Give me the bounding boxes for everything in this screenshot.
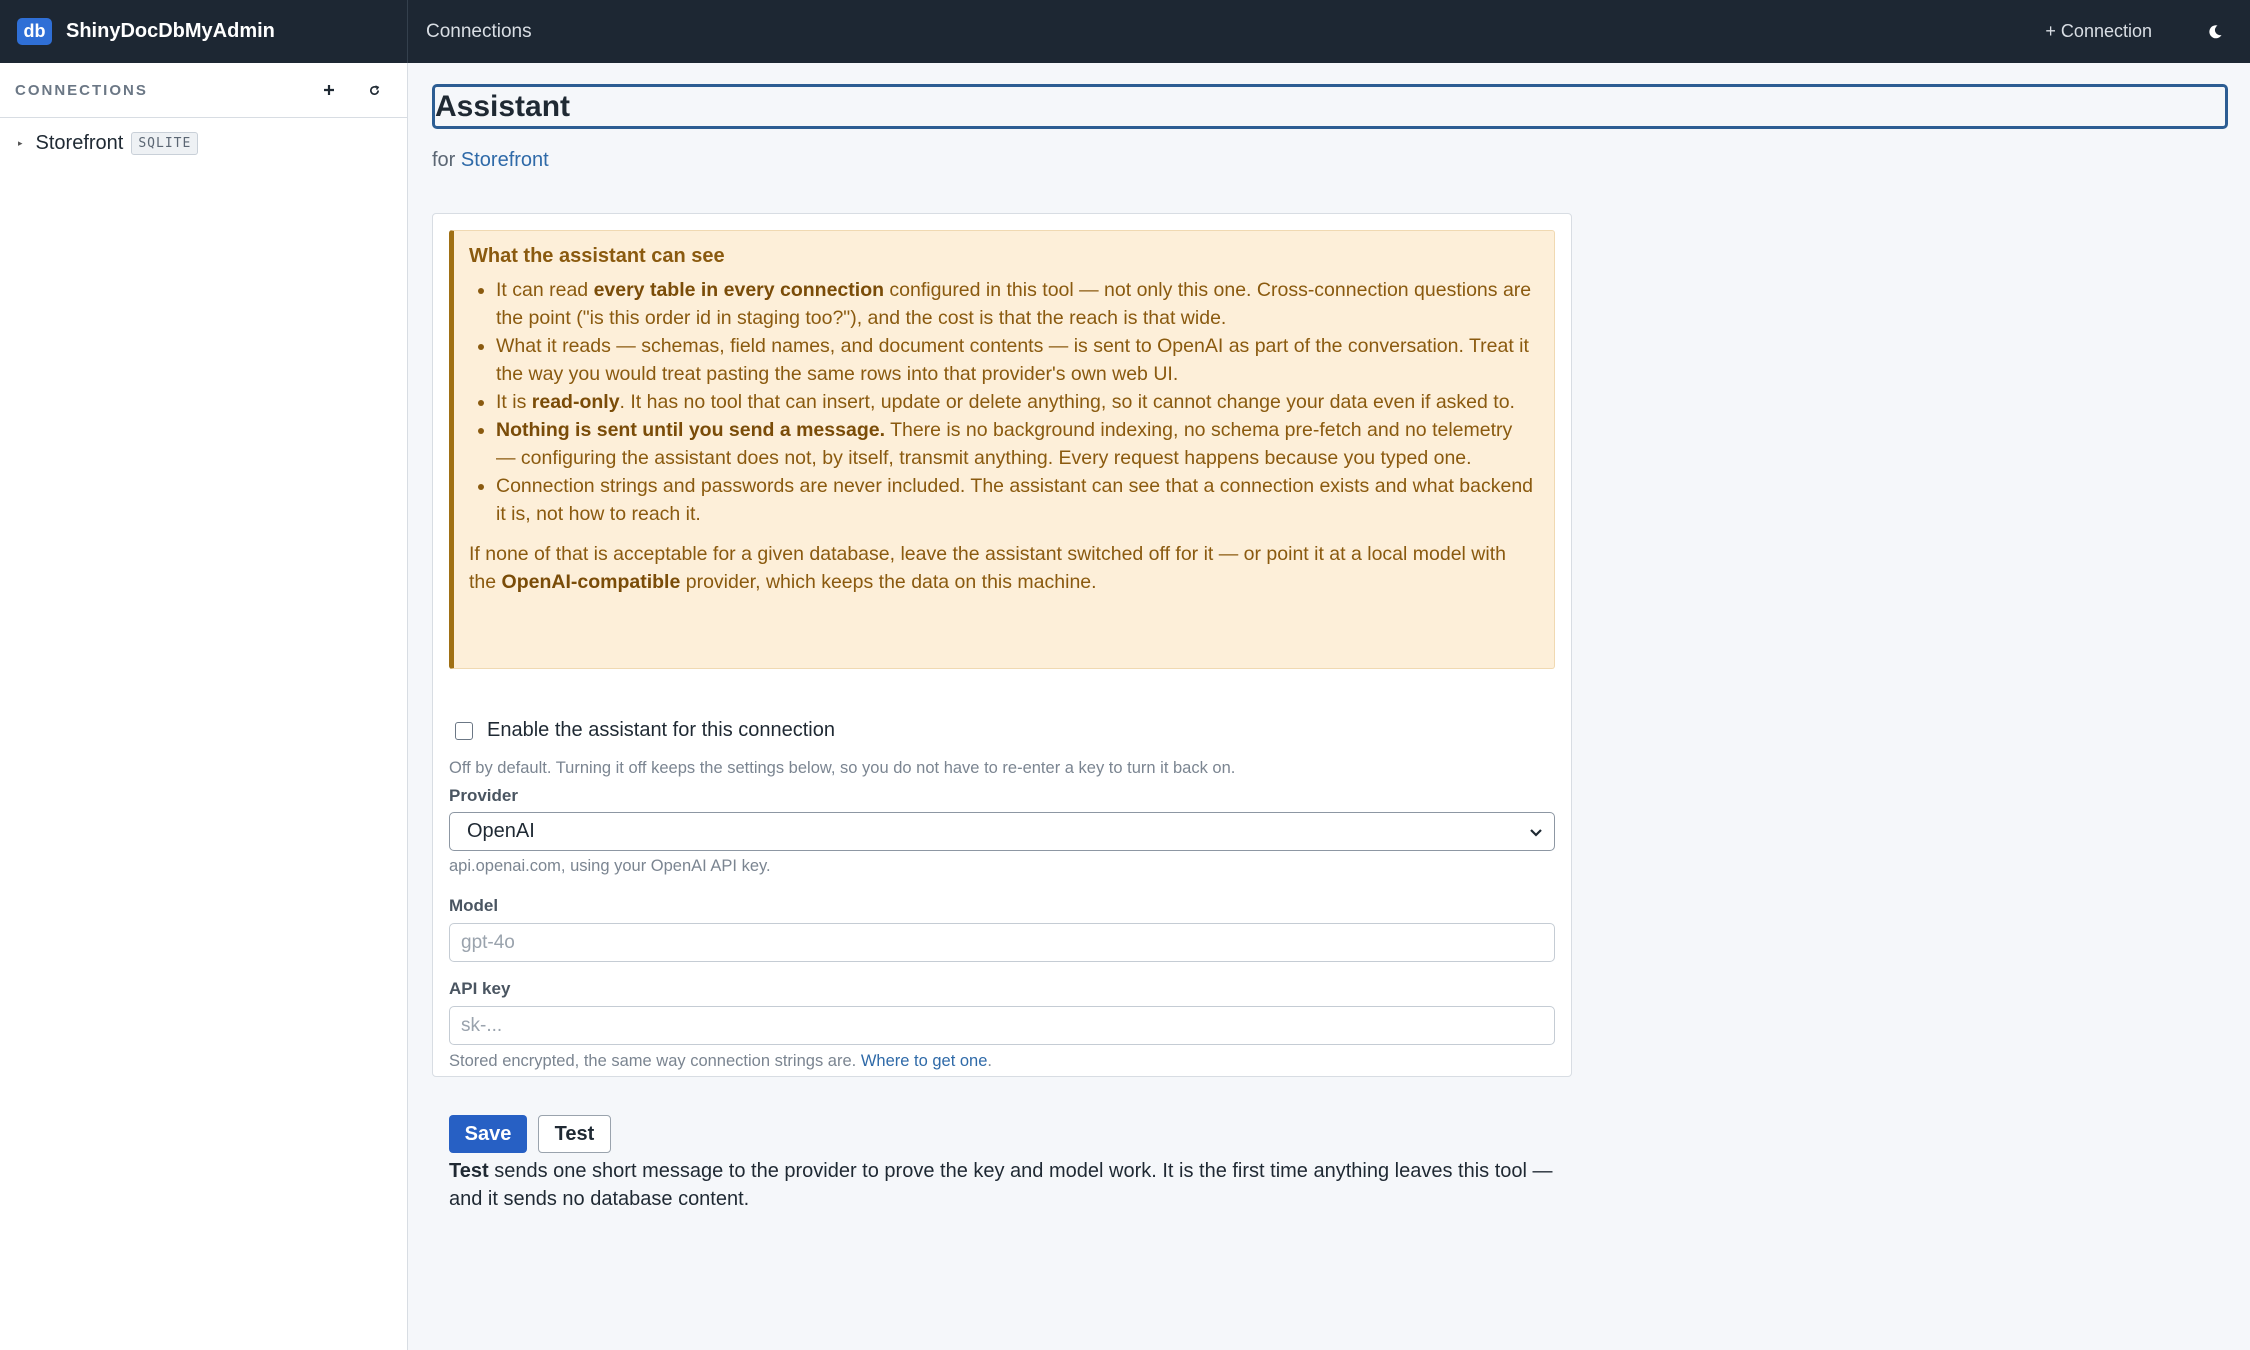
moon-icon[interactable] — [2198, 15, 2232, 49]
warning-heading: What the assistant can see — [469, 245, 725, 267]
top-actions: + Connection — [2045, 15, 2250, 49]
app-logo: db — [17, 18, 52, 45]
caret-right-icon[interactable]: ▸ — [18, 138, 23, 149]
enable-help: Off by default. Turning it off keeps the… — [449, 759, 1236, 777]
where-to-get-one-link[interactable]: Where to get one — [861, 1052, 988, 1070]
sidebar-header: CONNECTIONS — [0, 63, 407, 118]
main-content: Assistant for Storefront What the assist… — [408, 63, 2250, 1350]
privacy-warning: What the assistant can see It can read e… — [449, 230, 1555, 669]
api-key-input[interactable] — [449, 1006, 1555, 1045]
warning-list: It can read every table in every connect… — [469, 276, 1534, 528]
test-button[interactable]: Test — [538, 1115, 611, 1153]
page-subtitle: for Storefront — [432, 149, 549, 172]
provider-select[interactable]: OpenAI — [449, 812, 1555, 851]
sidebar: CONNECTIONS ▸ Storefront SQLITE — [0, 63, 408, 1350]
new-connection-button[interactable]: + Connection — [2045, 21, 2152, 42]
warning-item: Connection strings and passwords are nev… — [496, 472, 1534, 528]
breadcrumb[interactable]: Connections — [426, 21, 2045, 43]
sidebar-title: CONNECTIONS — [15, 81, 148, 99]
plus-icon[interactable] — [314, 75, 344, 105]
save-button[interactable]: Save — [449, 1115, 527, 1153]
backend-badge: SQLITE — [131, 132, 199, 155]
assistant-settings-card: What the assistant can see It can read e… — [432, 213, 1572, 1210]
provider-help: api.openai.com, using your OpenAI API ke… — [449, 857, 771, 875]
api-key-label: API key — [449, 979, 511, 998]
subtitle-prefix: for — [432, 149, 456, 171]
chevron-down-icon — [1528, 823, 1544, 846]
warning-footer: If none of that is acceptable for a give… — [469, 543, 1506, 593]
test-note: Test sends one short message to the prov… — [449, 1160, 1553, 1210]
sidebar-item-storefront[interactable]: ▸ Storefront SQLITE — [0, 118, 407, 155]
enable-assistant-label[interactable]: Enable the assistant for this connection — [487, 719, 835, 742]
warning-item: Nothing is sent until you send a message… — [496, 416, 1534, 472]
provider-label: Provider — [449, 786, 518, 805]
top-bar: db ShinyDocDbMyAdmin Connections + Conne… — [0, 0, 2250, 63]
refresh-icon[interactable] — [359, 75, 389, 105]
enable-assistant-checkbox[interactable] — [455, 721, 473, 740]
title-focus-box[interactable]: Assistant — [432, 84, 2228, 129]
warning-item: It can read every table in every connect… — [496, 276, 1534, 332]
page-title: Assistant — [435, 89, 571, 123]
app-name: ShinyDocDbMyAdmin — [66, 20, 275, 42]
warning-item: What it reads — schemas, field names, an… — [496, 332, 1534, 388]
api-key-help: Stored encrypted, the same way connectio… — [449, 1052, 992, 1070]
brand[interactable]: db ShinyDocDbMyAdmin — [0, 0, 408, 63]
warning-item: It is read-only. It has no tool that can… — [496, 388, 1534, 416]
enable-row[interactable]: Enable the assistant for this connection — [455, 719, 835, 742]
model-label: Model — [449, 896, 499, 915]
model-input[interactable] — [449, 923, 1555, 962]
sidebar-item-label: Storefront — [35, 132, 124, 154]
connection-link[interactable]: Storefront — [461, 149, 549, 171]
provider-value: OpenAI — [467, 820, 535, 842]
